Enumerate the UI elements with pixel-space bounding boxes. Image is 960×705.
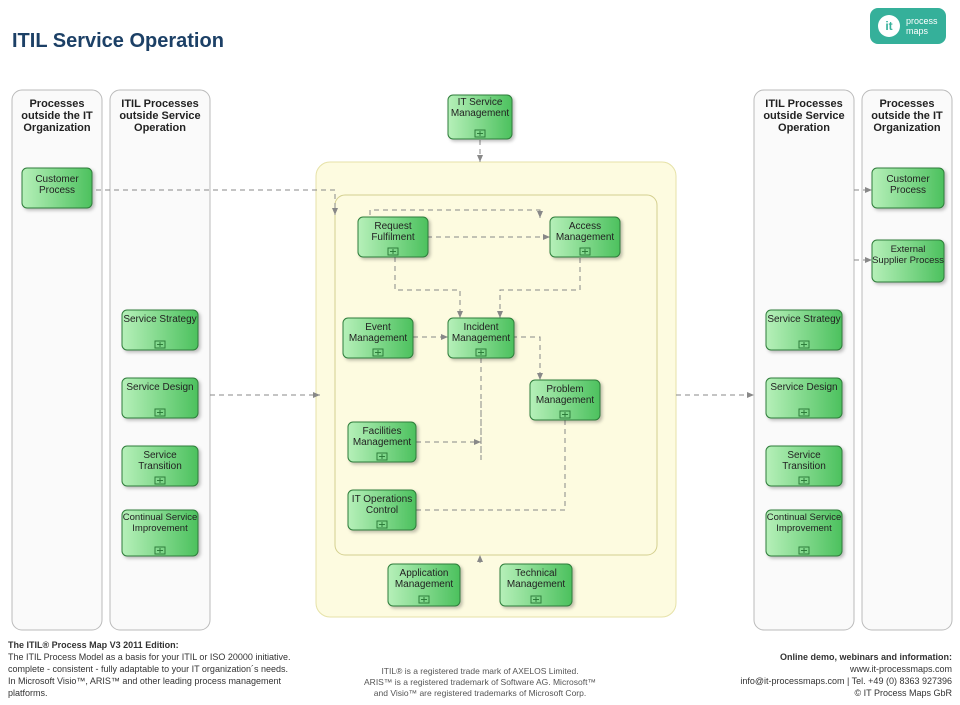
box-technical-mgmt[interactable]: Technical Management <box>500 564 572 606</box>
box-label: Technical Management <box>500 568 572 590</box>
box-label: Request Fulfilment <box>358 221 428 243</box>
box-csi-right[interactable]: Continual Service Improvement <box>766 510 842 556</box>
box-label: Problem Management <box>530 384 600 406</box>
box-label: Service Transition <box>766 450 842 472</box>
footer-left-line: The ITIL Process Model as a basis for yo… <box>8 651 308 663</box>
box-request-fulfilment[interactable]: Request Fulfilment <box>358 217 428 257</box>
box-label: IT Service Management <box>448 97 512 119</box>
box-label: Application Management <box>388 568 460 590</box>
box-event-mgmt[interactable]: Event Management <box>343 318 413 358</box>
box-service-transition-left[interactable]: Service Transition <box>122 446 198 486</box>
box-it-service-mgmt[interactable]: IT Service Management <box>448 95 512 139</box>
box-service-strategy-right[interactable]: Service Strategy <box>766 310 842 350</box>
box-label: Continual Service Improvement <box>122 512 198 534</box>
box-service-design-left[interactable]: Service Design <box>122 378 198 418</box>
box-label: Access Management <box>550 221 620 243</box>
box-access-mgmt[interactable]: Access Management <box>550 217 620 257</box>
box-incident-mgmt[interactable]: Incident Management <box>448 318 514 358</box>
footer-right-line: www.it-processmaps.com <box>692 663 952 675</box>
box-label: Service Design <box>766 382 842 393</box>
box-label: Customer Process <box>872 174 944 196</box>
box-label: Customer Process <box>22 174 92 196</box>
box-external-supplier-process[interactable]: External Supplier Process <box>872 240 944 282</box>
footer-right-line: © IT Process Maps GbR <box>692 687 952 699</box>
lane-label: ITIL Processes outside Service Operation <box>112 98 208 134</box>
box-customer-process-left[interactable]: Customer Process <box>22 168 92 208</box>
box-service-strategy-left[interactable]: Service Strategy <box>122 310 198 350</box>
lane-label: ITIL Processes outside Service Operation <box>756 98 852 134</box>
box-label: External Supplier Process <box>872 244 944 266</box>
box-problem-mgmt[interactable]: Problem Management <box>530 380 600 420</box>
box-label: Service Transition <box>122 450 198 472</box>
box-customer-process-right[interactable]: Customer Process <box>872 168 944 208</box>
footer-right-heading: Online demo, webinars and information: <box>692 651 952 663</box>
lane-label: Processes outside the IT Organization <box>14 98 100 134</box>
footer-right-line: info@it-processmaps.com | Tel. +49 (0) 8… <box>692 675 952 687</box>
box-label: Service Strategy <box>766 314 842 325</box>
box-it-ops-control[interactable]: IT Operations Control <box>348 490 416 530</box>
box-label: Service Strategy <box>122 314 198 325</box>
box-csi-left[interactable]: Continual Service Improvement <box>122 510 198 556</box>
box-service-design-right[interactable]: Service Design <box>766 378 842 418</box>
box-label: Event Management <box>343 322 413 344</box>
box-facilities-mgmt[interactable]: Facilities Management <box>348 422 416 462</box>
box-label: Service Design <box>122 382 198 393</box>
box-label: IT Operations Control <box>348 494 416 516</box>
box-service-transition-right[interactable]: Service Transition <box>766 446 842 486</box>
footer-left-heading: The ITIL® Process Map V3 2011 Edition: <box>8 639 308 651</box>
box-label: Incident Management <box>448 322 514 344</box>
lane-label: Processes outside the IT Organization <box>864 98 950 134</box>
box-application-mgmt[interactable]: Application Management <box>388 564 460 606</box>
box-label: Continual Service Improvement <box>766 512 842 534</box>
box-label: Facilities Management <box>348 426 416 448</box>
footer-right: Online demo, webinars and information: w… <box>692 651 952 699</box>
